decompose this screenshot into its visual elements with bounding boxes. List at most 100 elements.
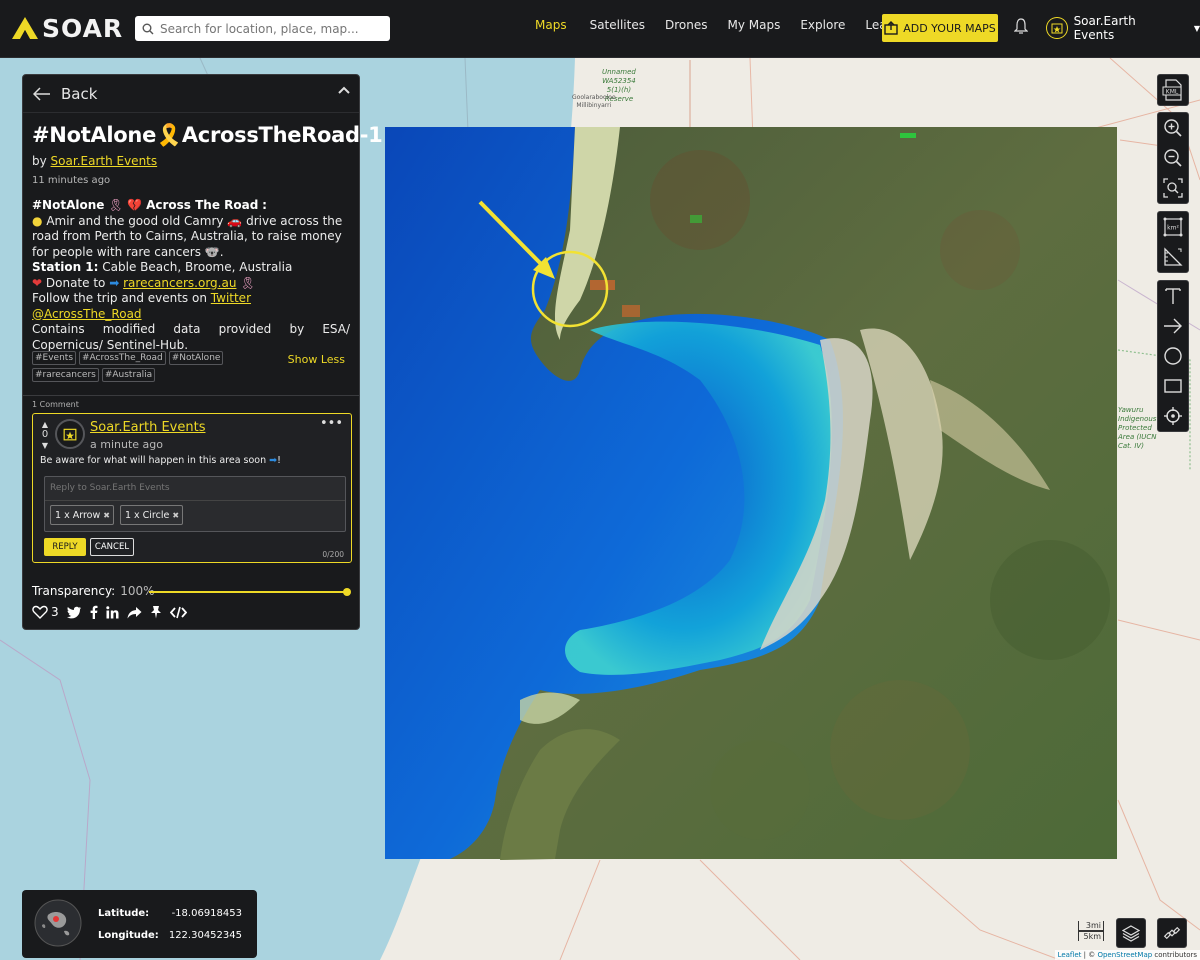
zoom-tool-group [1157,112,1189,204]
comment-time: a minute ago [90,438,163,451]
cancel-button[interactable]: CANCEL [90,538,134,556]
desc-credit: Contains modified data provided by ESA/ … [32,322,350,352]
add-your-maps-label: ADD YOUR MAPS [903,21,996,35]
panel-header: Back [23,75,359,113]
downvote-icon[interactable]: ▼ [42,441,48,450]
measure-area-button[interactable]: km² [1158,212,1188,242]
action-bar: 3 [32,605,195,619]
share-icon[interactable] [127,606,142,619]
author-link[interactable]: Soar.Earth Events [51,154,158,168]
zoom-in-button[interactable] [1158,113,1188,143]
scale-metric: 5km [1078,931,1104,941]
search-icon [142,23,154,34]
reply-input[interactable] [45,477,345,501]
text-tool-button[interactable] [1158,281,1188,311]
zoom-out-button[interactable] [1158,143,1188,173]
nav-maps[interactable]: Maps [535,18,567,32]
tag-rarecancers[interactable]: #rarecancers [32,368,99,382]
reply-button[interactable]: REPLY [44,538,86,556]
vote-count: 0 [41,429,49,440]
user-avatar [1046,17,1068,39]
zoom-in-icon [1164,119,1182,137]
pin-icon[interactable] [150,605,162,619]
by-prefix: by [32,154,47,168]
show-less-button[interactable]: Show Less [288,353,345,366]
tag-acrossthe-road[interactable]: #AcrossThe_Road [79,351,166,365]
longitude-label: Longitude: [98,930,159,941]
rectangle-tool-button[interactable] [1158,371,1188,401]
collapse-chevron-icon[interactable] [337,85,351,95]
chip-arrow: 1 x Arrow ✖ [50,505,114,525]
user-name: Soar.Earth Events [1073,14,1136,42]
nav-my-maps[interactable]: My Maps [727,18,780,32]
caret-down-icon: ▼ [1193,23,1200,33]
scale-bar: 3mi 5km [1030,921,1104,943]
more-options-icon[interactable]: ••• [320,416,343,431]
kml-tool-group: KML [1157,74,1189,106]
comment-author-link[interactable]: Soar.Earth Events [90,420,205,435]
facebook-icon[interactable] [90,605,98,619]
measure-distance-button[interactable] [1158,242,1188,272]
point-tool-button[interactable] [1158,401,1188,431]
calendar-star-icon [63,428,77,441]
tag-notalone[interactable]: #NotAlone [168,351,224,365]
measure-area-icon: km² [1163,217,1183,237]
top-navbar: SOAR Maps Satellites Drones My Maps Expl… [0,0,1200,58]
transparency-slider[interactable] [149,588,351,596]
nav-satellites[interactable]: Satellites [590,18,645,32]
zoom-to-extent-button[interactable] [1158,173,1188,203]
slider-handle[interactable] [343,588,351,596]
layers-button[interactable] [1116,918,1146,948]
char-counter: 0/200 [322,550,344,559]
back-arrow-icon[interactable] [33,86,51,101]
linkedin-icon[interactable] [105,605,119,619]
tag-australia[interactable]: #Australia [101,368,156,382]
comment-avatar [55,419,85,449]
add-your-maps-button[interactable]: ADD YOUR MAPS [882,14,998,42]
search-bar[interactable] [135,16,390,41]
scale-imperial: 3mi [1078,921,1104,931]
map-title: #NotAlone🎗️AcrossTheRoad-1 [32,123,383,147]
soar-logo-icon [12,17,38,39]
measure-tool-group: km² [1157,211,1189,273]
heart-icon [32,605,48,619]
kml-upload-button[interactable]: KML [1158,75,1188,105]
kml-file-icon: KML [1162,79,1182,101]
nav-explore[interactable]: Explore [800,18,845,32]
longitude-value: 122.30452345 [168,930,242,941]
remove-chip-icon[interactable]: ✖ [172,511,179,520]
tag-list: #Events #AcrossThe_Road #NotAlone #rarec… [32,351,282,382]
leaflet-link[interactable]: Leaflet [1058,951,1082,959]
nav-drones[interactable]: Drones [665,18,708,32]
back-button[interactable]: Back [61,85,97,103]
like-button[interactable]: 3 [32,605,59,619]
donate-link[interactable]: rarecancers.org.au [123,276,236,290]
latitude-label: Latitude: [98,908,150,919]
arrow-tool-button[interactable] [1158,311,1188,341]
upvote-icon[interactable]: ▲ [42,420,48,429]
layers-icon [1122,925,1140,942]
comment-text: Be aware for what will happen in this ar… [40,455,281,466]
user-menu[interactable]: Soar.Earth Events ▼ [1046,14,1200,42]
upload-icon [884,21,898,35]
search-input[interactable] [160,21,380,36]
notification-bell-icon[interactable] [1013,18,1029,38]
calendar-star-icon [1051,23,1063,34]
desc-follow: Follow the trip and events on Twitter @A… [32,291,251,321]
soar-logo[interactable]: SOAR [12,14,123,43]
embed-code-icon[interactable] [169,606,187,619]
satellite-button[interactable] [1157,918,1187,948]
chip-circle: 1 x Circle ✖ [119,505,184,525]
desc-donate: ❤ Donate to ➡ rarecancers.org.au 🎗 [32,275,256,290]
osm-link[interactable]: OpenStreetMap [1097,951,1152,959]
svg-text:KML: KML [1166,89,1179,96]
post-time: 11 minutes ago [32,175,111,186]
tag-events[interactable]: #Events [32,351,77,365]
twitter-icon[interactable] [66,606,82,619]
longitude-row: Longitude: 122.30452345 [98,930,242,941]
globe-icon [34,899,82,947]
circle-tool-button[interactable] [1158,341,1188,371]
remove-chip-icon[interactable]: ✖ [103,511,110,520]
map-attribution: Leaflet | © OpenStreetMap contributors [1054,950,1200,960]
circle-icon [1164,347,1182,365]
